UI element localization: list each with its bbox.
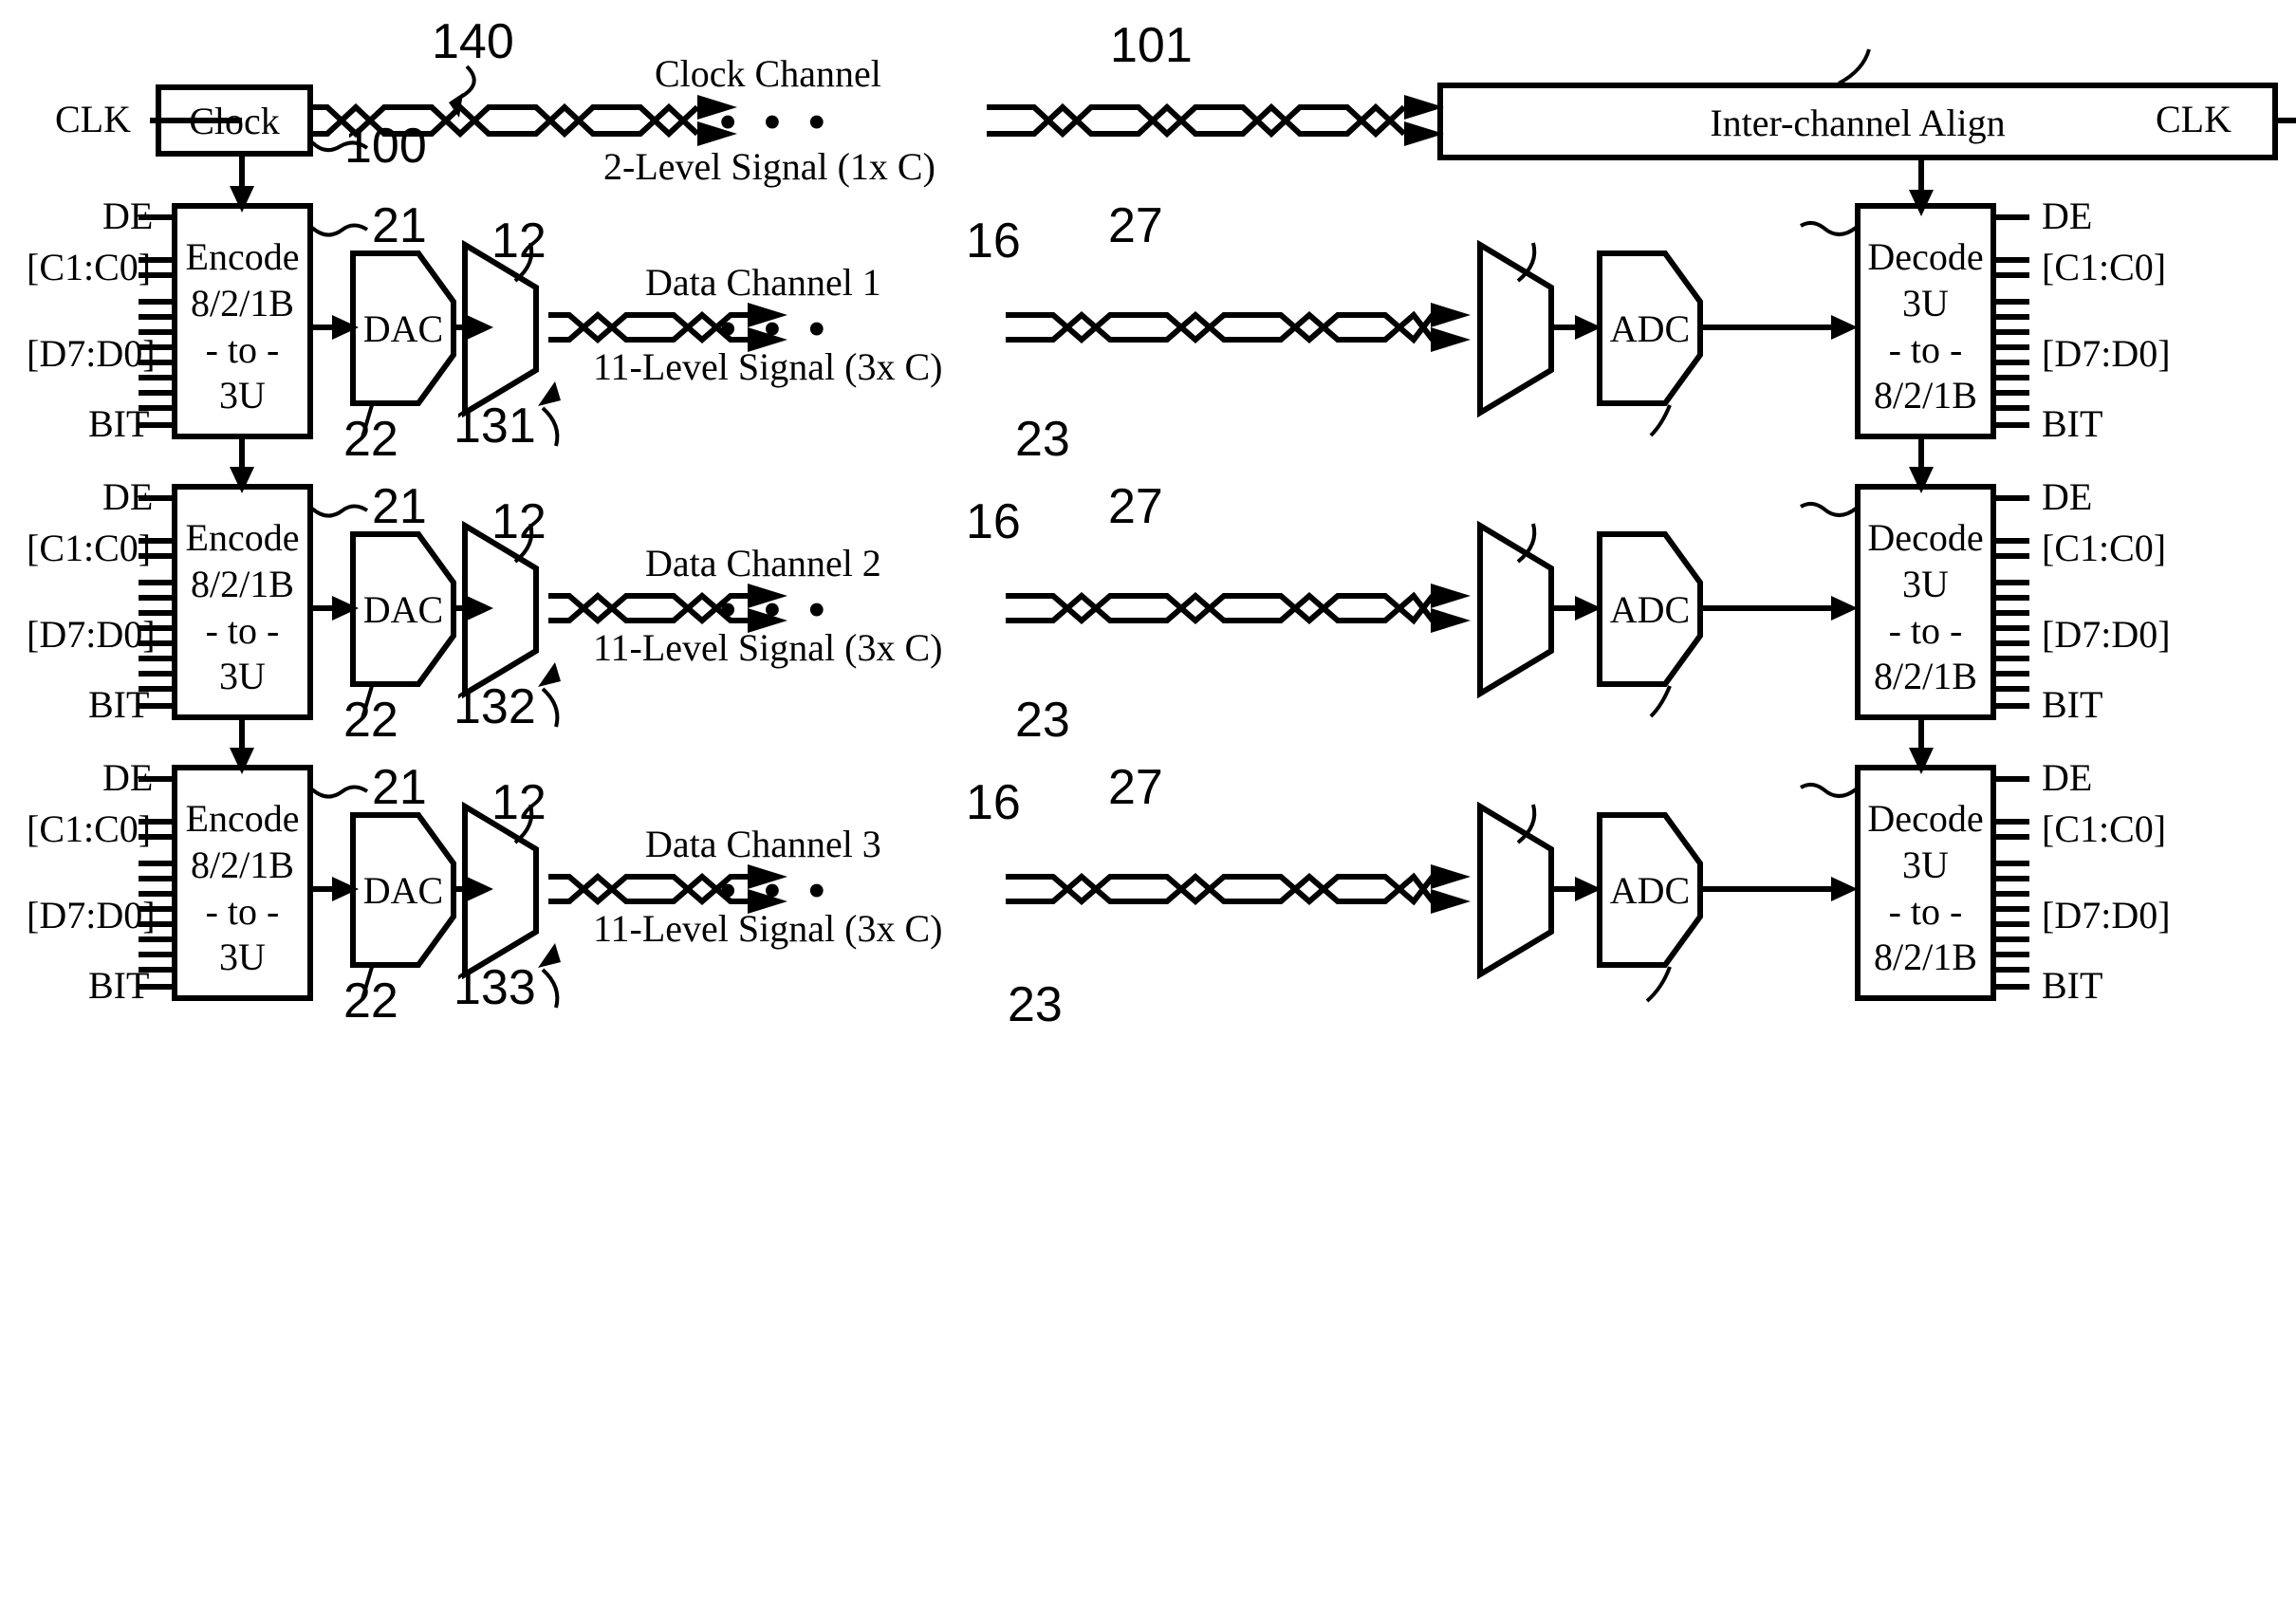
encode-2-label[interactable]: Encode 8/2/1B - to - 3U <box>175 515 310 700</box>
encode-1-label[interactable]: Encode 8/2/1B - to - 3U <box>175 234 310 419</box>
data-channel-2-subtitle: 11-Level Signal (3x C) <box>593 626 943 669</box>
data-channel-1-title: Data Channel 1 <box>645 261 881 304</box>
tx-pin-d-1: [D7:D0] <box>27 332 156 375</box>
rx-pin-c-2: [C1:C0] <box>2042 527 2167 569</box>
ref-des-2: 16 <box>966 494 1021 549</box>
ref-encode-1: 21 <box>372 198 427 253</box>
ref-ser-3: 12 <box>491 775 546 830</box>
ref-des-1: 16 <box>966 213 1021 269</box>
tx-pin-de-2: DE <box>102 475 154 518</box>
adc-1-label[interactable]: ADC <box>1600 306 1700 353</box>
clk-output-label: CLK <box>2156 98 2231 140</box>
serializer-3-shape <box>462 801 539 980</box>
ref-channel-1: 131 <box>454 399 536 454</box>
rx-pin-d-1: [D7:D0] <box>2042 332 2171 375</box>
rx-pin-c-3: [C1:C0] <box>2042 807 2167 850</box>
dac-2-label[interactable]: DAC <box>353 587 454 634</box>
dac-1-label[interactable]: DAC <box>353 306 454 353</box>
rx-pin-bit-3: BIT <box>2042 964 2103 1007</box>
data-channel-1-subtitle: 11-Level Signal (3x C) <box>593 345 943 388</box>
clk-input-label: CLK <box>55 98 131 140</box>
clock-channel-subtitle: 2-Level Signal (1x C) <box>603 145 935 188</box>
ref-dac-2: 22 <box>343 693 398 748</box>
tx-pin-bit-1: BIT <box>88 402 150 445</box>
rx-pin-d-2: [D7:D0] <box>2042 613 2171 656</box>
ref-adc-top-3: 27 <box>1108 760 1163 815</box>
clock-eye-right <box>987 102 1407 139</box>
ref-encode-2: 21 <box>372 479 427 534</box>
tx-pin-d-2: [D7:D0] <box>27 613 156 656</box>
diagram-canvas: CLK Clock 100 140 Clock Channel • • • 2-… <box>0 0 2296 1613</box>
serializer-1-shape <box>462 239 539 418</box>
ref-101-label: 101 <box>1110 18 1193 73</box>
ref-ser-1: 12 <box>491 213 546 269</box>
adc-3-label[interactable]: ADC <box>1600 868 1700 915</box>
rx-pin-de-3: DE <box>2042 756 2093 799</box>
ref-channel-3: 133 <box>454 960 536 1015</box>
data-channel-3-title: Data Channel 3 <box>645 823 881 865</box>
tx-pin-c-2: [C1:C0] <box>27 527 152 569</box>
tx-pin-c-3: [C1:C0] <box>27 807 152 850</box>
deserializer-1-shape <box>1477 239 1554 418</box>
clock-channel-title: Clock Channel <box>655 52 881 95</box>
ref-des-3: 16 <box>966 775 1021 830</box>
ref-140-arrowhead <box>449 93 463 118</box>
tx-pin-d-3: [D7:D0] <box>27 894 156 936</box>
ref-140-leader <box>459 65 476 99</box>
ref-adc-1: 23 <box>1015 412 1070 467</box>
ref-101-leader <box>1838 48 1871 85</box>
ref-adc-top-1: 27 <box>1108 198 1163 253</box>
rx-pin-d-3: [D7:D0] <box>2042 894 2171 936</box>
rx-pin-de-1: DE <box>2042 195 2093 237</box>
data-channel-3-subtitle: 11-Level Signal (3x C) <box>593 907 943 950</box>
decode-3-label[interactable]: Decode 3U - to - 8/2/1B <box>1858 796 1993 981</box>
ref-channel-2: 132 <box>454 679 536 734</box>
tx-pin-de-3: DE <box>102 756 154 799</box>
ref-encode-3: 21 <box>372 760 427 815</box>
adc-2-label[interactable]: ADC <box>1600 587 1700 634</box>
serializer-2-shape <box>462 520 539 699</box>
tx-pin-c-1: [C1:C0] <box>27 246 152 288</box>
data-eye-1-right <box>1006 310 1435 344</box>
rx-pin-bit-2: BIT <box>2042 683 2103 726</box>
data-eye-2-right <box>1006 591 1435 625</box>
ref-adc-3: 23 <box>1008 977 1063 1032</box>
data-eye-3-right <box>1006 872 1435 906</box>
ref-adc-2: 23 <box>1015 693 1070 748</box>
encode-3-label[interactable]: Encode 8/2/1B - to - 3U <box>175 796 310 981</box>
deserializer-2-shape <box>1477 520 1554 699</box>
rx-pin-c-1: [C1:C0] <box>2042 246 2167 288</box>
clock-block-label[interactable]: Clock <box>158 99 310 145</box>
ref-dac-1: 22 <box>343 412 398 467</box>
ref-100-label: 100 <box>344 119 427 174</box>
decode-1-label[interactable]: Decode 3U - to - 8/2/1B <box>1858 234 1993 419</box>
deserializer-3-shape <box>1477 801 1554 980</box>
tx-pin-de-1: DE <box>102 195 154 237</box>
rx-pin-de-2: DE <box>2042 475 2093 518</box>
tx-pin-bit-2: BIT <box>88 683 150 726</box>
ref-adc-top-2: 27 <box>1108 479 1163 534</box>
ref-140-label: 140 <box>432 14 514 69</box>
data-channel-2-title: Data Channel 2 <box>645 542 881 584</box>
ref-dac-3: 22 <box>343 973 398 1029</box>
align-block-label[interactable]: Inter-channel Align <box>1440 101 2275 147</box>
tx-pin-bit-3: BIT <box>88 964 150 1007</box>
clock-channel-ellipsis-icon: • • • <box>718 91 832 153</box>
ref-ser-2: 12 <box>491 494 546 549</box>
rx-pin-bit-1: BIT <box>2042 402 2103 445</box>
decode-2-label[interactable]: Decode 3U - to - 8/2/1B <box>1858 515 1993 700</box>
dac-3-label[interactable]: DAC <box>353 868 454 915</box>
